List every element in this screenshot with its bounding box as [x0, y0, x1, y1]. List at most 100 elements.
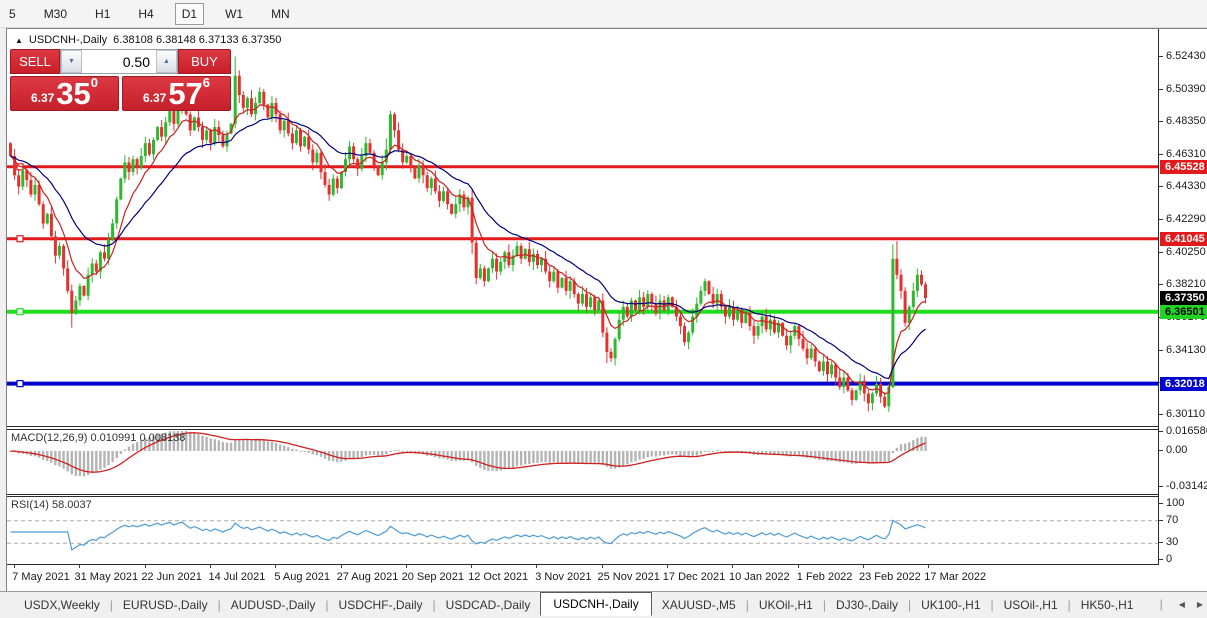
date-label: 22 Jun 2021: [141, 571, 202, 583]
volume-decrease-button[interactable]: ▼: [61, 50, 82, 73]
sell-button[interactable]: SELL: [10, 49, 60, 74]
chart-window: ▲ USDCNH-,Daily 6.38108 6.38148 6.37133 …: [6, 28, 1207, 592]
tab-scroll-arrows: | ◀ ▶: [1160, 597, 1203, 611]
date-label: 3 Nov 2021: [535, 571, 591, 583]
date-label: 7 May 2021: [12, 571, 69, 583]
date-tick: [406, 565, 407, 568]
date-label: 25 Nov 2021: [597, 571, 659, 583]
date-label: 20 Sep 2021: [402, 571, 464, 583]
rsi-panel: RSI(14) 58.0037: [7, 496, 1158, 565]
period-button-m30[interactable]: M30: [37, 3, 74, 25]
macd-main-value: 0.010991: [90, 432, 136, 444]
moving-averages: [11, 105, 926, 394]
period-button-d1[interactable]: D1: [175, 3, 204, 25]
tab-uk100-h1[interactable]: UK100-,H1: [911, 594, 990, 616]
date-label: 27 Aug 2021: [337, 571, 399, 583]
tab-usdx-weekly[interactable]: USDX,Weekly: [14, 594, 110, 616]
tab-scroll-left-icon[interactable]: ◀: [1179, 600, 1185, 609]
price-badge: 6.41045: [1160, 232, 1207, 246]
hline-handle[interactable]: [17, 236, 23, 242]
period-button-h4[interactable]: H4: [131, 3, 160, 25]
volume-stepper: ▼ ▲: [60, 49, 178, 74]
date-tick: [798, 565, 799, 568]
chart-ohlc-values: 6.38108 6.38148 6.37133 6.37350: [113, 34, 281, 46]
date-tick: [536, 565, 537, 568]
tab-usoil-h1[interactable]: USOil-,H1: [994, 594, 1068, 616]
date-tick: [210, 565, 211, 568]
date-tick: [341, 565, 342, 568]
date-tick: [667, 565, 668, 568]
tab-audusd-daily[interactable]: AUDUSD-,Daily: [221, 594, 326, 616]
price-tick-label: 6.30110: [1159, 408, 1207, 421]
date-tick: [79, 565, 80, 568]
date-label: 5 Aug 2021: [274, 571, 330, 583]
period-button-w1[interactable]: W1: [218, 3, 250, 25]
hline-handle[interactable]: [17, 381, 23, 387]
price-badge: 6.32018: [1160, 377, 1207, 391]
chart-symbol-label: USDCNH-,Daily: [29, 34, 107, 46]
rsi-axis-label: 0: [1159, 553, 1207, 566]
chart-title: ▲ USDCNH-,Daily 6.38108 6.38148 6.37133 …: [15, 34, 281, 46]
tab-eurusd-daily[interactable]: EURUSD-,Daily: [113, 594, 218, 616]
date-tick: [275, 565, 276, 568]
date-label: 23 Feb 2022: [859, 571, 921, 583]
rsi-axis-label: 30: [1159, 536, 1207, 549]
tab-separator: |: [1160, 597, 1163, 611]
price-tick-label: 6.38210: [1159, 278, 1207, 291]
tab-hk50-h1[interactable]: HK50-,H1: [1071, 594, 1144, 616]
price-badge: 6.45528: [1160, 160, 1207, 174]
tab-dj30-daily[interactable]: DJ30-,Daily: [826, 594, 908, 616]
date-tick: [863, 565, 864, 568]
price-tick-label: 6.52430: [1159, 50, 1207, 63]
date-tick: [471, 565, 472, 568]
chart-tab-bar: USDX,Weekly|EURUSD-,Daily|AUDUSD-,Daily|…: [0, 591, 1207, 618]
price-tick-label: 6.42290: [1159, 213, 1207, 226]
price-tick-label: 6.44330: [1159, 180, 1207, 193]
hline-handle[interactable]: [17, 309, 23, 315]
period-button-h1[interactable]: H1: [88, 3, 117, 25]
main-chart-panel: ▲ USDCNH-,Daily 6.38108 6.38148 6.37133 …: [7, 29, 1158, 427]
date-label: 1 Feb 2022: [797, 571, 853, 583]
rsi-line: [11, 520, 926, 550]
tab-usdcnh-daily[interactable]: USDCNH-,Daily: [540, 592, 651, 616]
volume-increase-button[interactable]: ▲: [156, 50, 177, 73]
date-label: 17 Mar 2022: [924, 571, 986, 583]
macd-label: MACD(12,26,9) 0.010991 0.008138: [11, 432, 185, 444]
buy-price-display[interactable]: 6.37 57 6: [122, 76, 231, 111]
date-tick: [145, 565, 146, 568]
date-axis[interactable]: 7 May 202131 May 202122 Jun 202114 Jul 2…: [7, 565, 1158, 591]
rsi-label: RSI(14) 58.0037: [11, 499, 92, 511]
macd-axis-label: -0.03142: [1159, 480, 1207, 493]
period-button-mn[interactable]: MN: [264, 3, 297, 25]
rsi-axis-label: 70: [1159, 514, 1207, 527]
volume-input[interactable]: [82, 50, 156, 73]
rsi-axis-label: 100: [1159, 497, 1207, 510]
horizontal-lines: [7, 164, 1158, 387]
collapse-triangle-icon[interactable]: ▲: [15, 36, 23, 45]
price-tick-label: 6.34130: [1159, 344, 1207, 357]
tab-scroll-right-icon[interactable]: ▶: [1197, 600, 1203, 609]
date-tick: [928, 565, 929, 568]
price-badge: 6.37350: [1160, 291, 1207, 305]
tab-usdcad-daily[interactable]: USDCAD-,Daily: [436, 594, 541, 616]
date-label: 14 Jul 2021: [208, 571, 265, 583]
sell-price-display[interactable]: 6.37 35 0: [10, 76, 119, 111]
date-tick: [14, 565, 15, 568]
rsi-value: 58.0037: [52, 499, 92, 511]
price-tick-label: 6.40250: [1159, 246, 1207, 259]
date-label: 17 Dec 2021: [663, 571, 725, 583]
price-axis[interactable]: 6.524306.503906.483506.463106.443306.422…: [1158, 29, 1207, 565]
macd-axis-label: 0.016586: [1159, 425, 1207, 438]
price-tick-label: 6.50390: [1159, 83, 1207, 96]
period-button-5[interactable]: 5: [2, 3, 23, 25]
tab-ukoil-h1[interactable]: UKOil-,H1: [749, 594, 823, 616]
tab-usdchf-daily[interactable]: USDCHF-,Daily: [329, 594, 433, 616]
buy-button[interactable]: BUY: [178, 49, 231, 74]
tab-xauusd-m5[interactable]: XAUUSD-,M5: [652, 594, 746, 616]
date-label: 10 Jan 2022: [729, 571, 790, 583]
price-badge: 6.36501: [1160, 305, 1207, 319]
date-tick: [602, 565, 603, 568]
trade-panel: SELL ▼ ▲ BUY 6.37 35 0 6.37 57 6: [10, 49, 231, 111]
macd-axis-label: 0.00: [1159, 444, 1207, 457]
date-tick: [732, 565, 733, 568]
